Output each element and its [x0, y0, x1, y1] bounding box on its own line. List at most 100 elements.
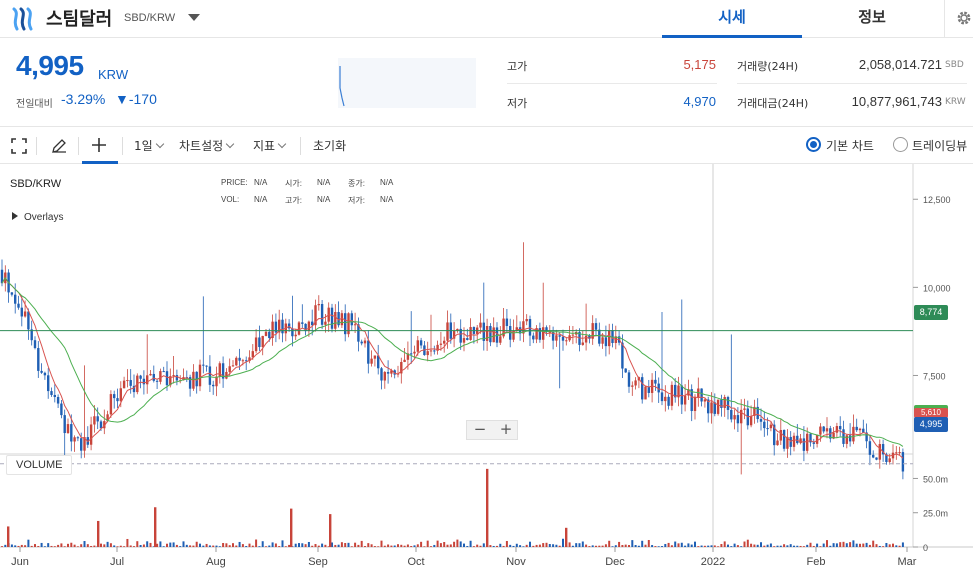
- chart-settings-menu[interactable]: 차트설정: [179, 137, 235, 154]
- candlestick-chart[interactable]: Jun Jul Aug Sep Oct Nov Dec 2022 Feb Mar 12,500 10,…: [0, 164, 973, 581]
- volume-bar: [60, 543, 63, 547]
- fullscreen-icon[interactable]: [10, 137, 28, 155]
- volume-bar: [10, 544, 13, 547]
- volume-bar: [558, 545, 561, 547]
- volume-bar: [769, 543, 772, 547]
- volume-bar: [796, 545, 799, 547]
- basic-chart-label[interactable]: 기본 차트: [826, 137, 874, 154]
- candle-body: [700, 388, 703, 402]
- candle-body: [845, 435, 848, 444]
- volume-bar: [274, 543, 277, 547]
- volume-bar: [654, 546, 657, 547]
- volume-bar: [631, 540, 634, 547]
- candle-body: [555, 335, 558, 341]
- candle-body: [433, 350, 436, 352]
- volume-bar: [116, 546, 119, 547]
- ohlc-price-value: N/A: [254, 178, 268, 187]
- candle-body: [703, 399, 707, 402]
- volume-bar: [390, 545, 393, 547]
- volume-bar: [222, 543, 225, 547]
- crosshair-icon[interactable]: [90, 136, 108, 154]
- coin-pair[interactable]: SBD/KRW: [124, 12, 175, 24]
- chart-settings-label: 차트설정: [179, 139, 224, 153]
- volume-bar: [727, 544, 729, 547]
- volume-bar: [756, 544, 759, 547]
- interval-select[interactable]: 1일: [134, 137, 164, 154]
- zoom-in-button[interactable]: +: [493, 421, 519, 439]
- current-price: 4,995: [16, 50, 84, 81]
- candle-body: [443, 340, 446, 344]
- candle-body: [749, 415, 753, 426]
- volume-bar: [802, 546, 805, 547]
- volume-bar: [515, 543, 518, 547]
- candle-body: [660, 392, 664, 402]
- price-chart[interactable]: Jun Jul Aug Sep Oct Nov Dec 2022 Feb Mar 12,500 10,…: [0, 164, 973, 581]
- tradingview-radio[interactable]: [893, 137, 908, 152]
- volume-bar: [449, 544, 452, 547]
- volume-bar: [255, 539, 258, 547]
- volume-bar: [235, 545, 238, 547]
- candle-body: [334, 312, 337, 329]
- volume-bar: [426, 540, 429, 547]
- candle-body: [792, 435, 796, 447]
- volume-bar: [835, 543, 838, 547]
- overlays-label: Overlays: [24, 212, 64, 223]
- candle-body: [720, 399, 723, 408]
- volume-bar: [294, 543, 297, 547]
- volume-bar: [674, 541, 677, 547]
- volume-bar: [476, 544, 479, 547]
- volume-bar: [17, 545, 20, 547]
- candle-body: [822, 426, 825, 432]
- volume-bar: [40, 542, 43, 547]
- candle-body: [528, 319, 532, 336]
- volume-spike-bar: [154, 507, 157, 547]
- candle-body: [594, 323, 598, 330]
- volume-bar: [542, 543, 545, 547]
- candle-body: [733, 415, 736, 420]
- settings-button[interactable]: [944, 0, 973, 38]
- candle-body: [835, 426, 839, 433]
- candle-body: [76, 437, 80, 439]
- candle-body: [268, 331, 271, 339]
- tab-info[interactable]: 정보: [802, 0, 942, 38]
- volume-bar: [707, 545, 710, 547]
- volume-spike-bar: [565, 527, 568, 547]
- volume-bar: [185, 544, 188, 547]
- tradingview-label[interactable]: 트레이딩뷰: [912, 137, 967, 154]
- volume-bar: [284, 546, 287, 547]
- toolbar-divider: [78, 137, 79, 155]
- volume-bar: [733, 543, 736, 547]
- pencil-icon[interactable]: [50, 137, 68, 155]
- zoom-control: − +: [466, 420, 518, 440]
- candle-body: [413, 351, 416, 354]
- volume-bar: [855, 543, 858, 547]
- chevron-down-icon[interactable]: [188, 14, 200, 21]
- volume-bar: [113, 545, 116, 547]
- coin-name[interactable]: 스팀달러: [46, 5, 112, 31]
- candle-body: [723, 397, 726, 408]
- change-percent: -3.29%: [61, 91, 106, 107]
- volume-bar: [436, 540, 439, 547]
- volume-bar: [611, 546, 614, 547]
- volume-bar: [591, 545, 594, 547]
- zoom-out-button[interactable]: −: [467, 421, 493, 439]
- candle-body: [43, 372, 47, 376]
- candle-body: [604, 337, 608, 347]
- reset-button[interactable]: 초기화: [313, 137, 346, 154]
- overlays-toggle[interactable]: Overlays: [12, 212, 63, 223]
- volume-bar: [162, 546, 165, 547]
- volume-bar: [482, 543, 485, 547]
- volume-bar: [281, 540, 284, 547]
- candle-body: [238, 357, 241, 361]
- volume-bar: [571, 545, 574, 547]
- volume-bar: [301, 543, 304, 547]
- candle-body: [439, 343, 443, 345]
- tab-sise[interactable]: 시세: [662, 0, 802, 38]
- indicators-menu[interactable]: 지표: [253, 137, 287, 154]
- volume-bar: [311, 545, 314, 547]
- trade-value-unit: KRW: [945, 97, 966, 107]
- volume-bar: [466, 546, 469, 547]
- candle-body: [386, 372, 390, 374]
- volume-bar: [387, 544, 390, 547]
- basic-chart-radio[interactable]: [806, 137, 821, 152]
